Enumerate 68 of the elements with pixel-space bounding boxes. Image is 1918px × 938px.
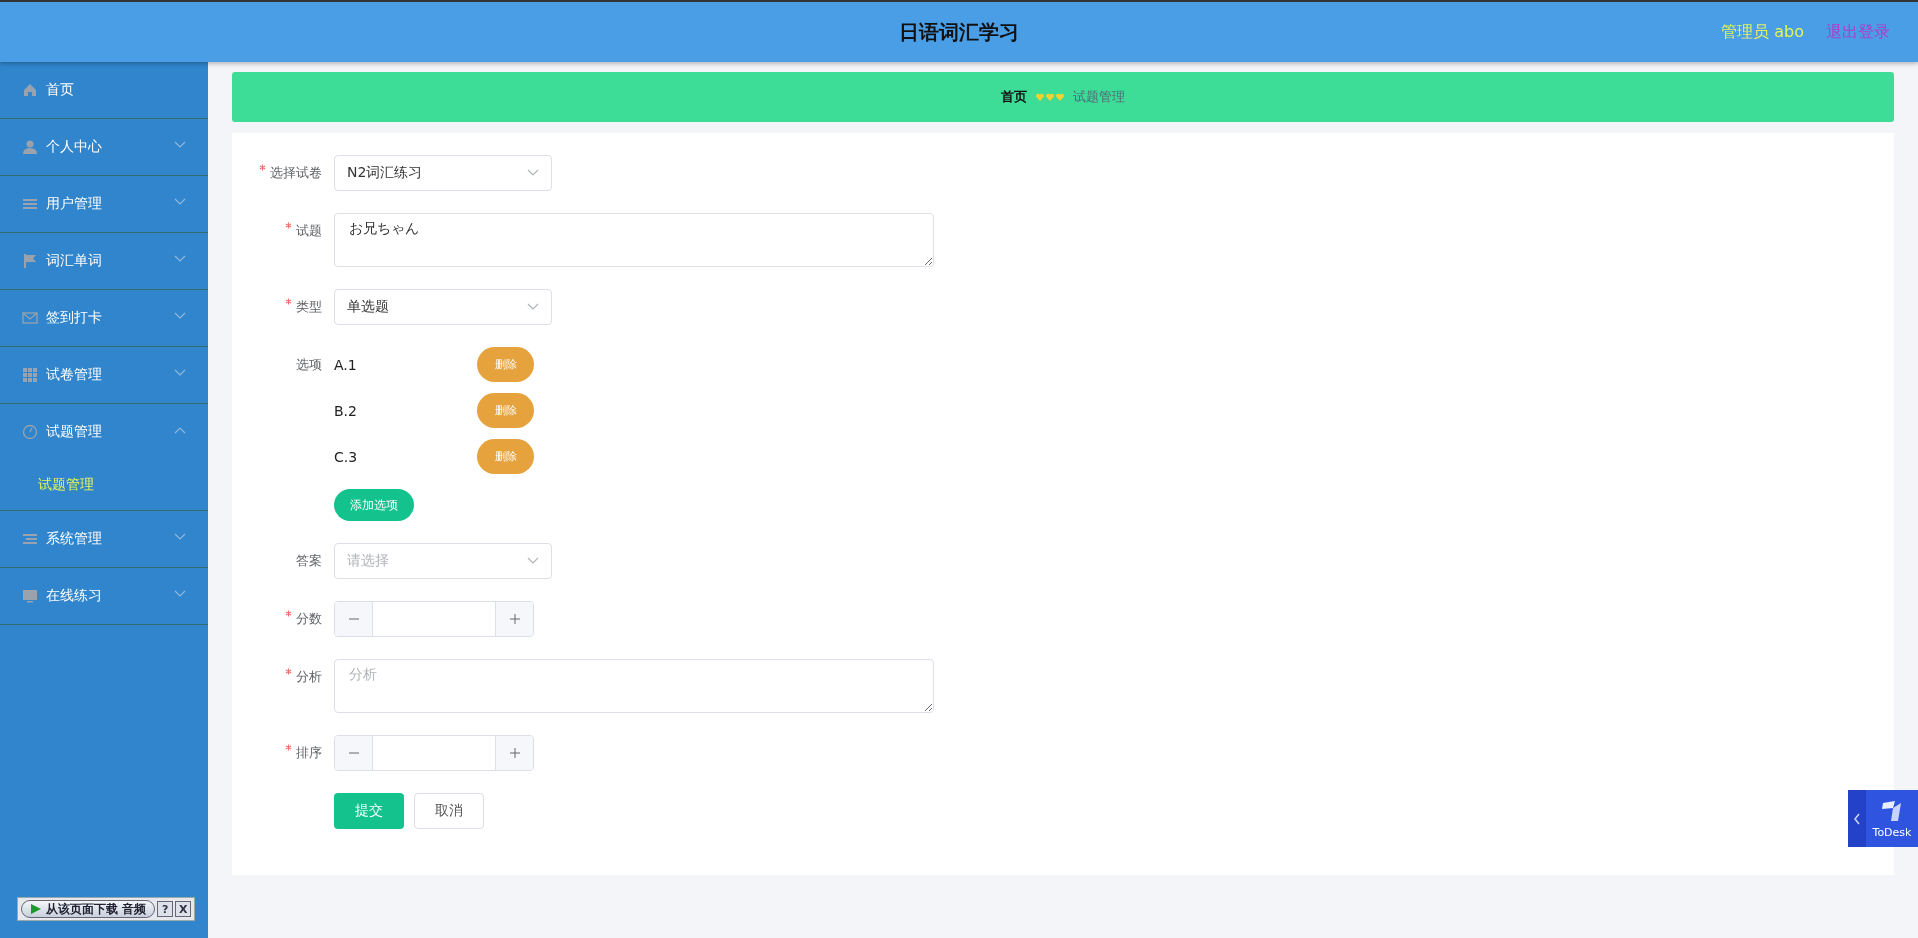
option-text: C.3 [334,448,359,465]
field-label: 答案 [296,553,322,568]
chevron-down-icon [527,169,539,177]
chevron-down-icon [174,255,186,263]
plus-icon[interactable] [508,613,521,625]
home-icon [22,82,38,98]
option-text: B.2 [334,402,358,419]
collapse-button[interactable] [1848,790,1866,847]
option-text: A.1 [334,356,358,373]
select-field[interactable]: 单选题 [334,289,552,325]
breadcrumb-item: 试题管理 [1073,88,1125,106]
cancel-button[interactable]: 取消 [414,793,484,829]
gauge-icon [22,424,38,440]
delete-button[interactable]: 删除 [477,347,534,382]
sidebar-item[interactable]: 词汇单词 [0,233,208,290]
app-title: 日语词汇学习 [899,18,1019,46]
number-input[interactable] [334,735,534,771]
delete-button[interactable]: 删除 [477,393,534,428]
sidebar-item[interactable]: 个人中心 [0,119,208,176]
chevron-down-icon [527,557,539,565]
grid-icon [22,367,38,383]
submenu-item[interactable]: 试题管理 [0,460,208,510]
close-button[interactable]: X [175,901,192,917]
field-label: 分数 [285,611,322,626]
text-area[interactable]: 分析 [334,659,934,713]
field-label: 类型 [285,299,322,314]
help-button[interactable]: ? [157,901,174,917]
sidebar-item[interactable]: 系统管理 [0,511,208,568]
field-label: 排序 [285,745,322,760]
chevron-down-icon [174,141,186,149]
select-field[interactable]: N2词汇练习 [334,155,552,191]
chevron-down-icon [174,312,186,320]
number-input[interactable] [334,601,534,637]
plus-icon[interactable] [508,747,521,759]
list-icon [22,196,38,212]
text-area[interactable]: お兄ちゃん [334,213,934,267]
download-button[interactable]: 从该页面下载 音频 [21,900,156,918]
sidebar-item[interactable]: 试题管理 [0,404,208,460]
chevron-down-icon [174,533,186,541]
play-icon [30,903,42,915]
user-icon [22,139,38,155]
add-option-button[interactable]: 添加选项 [334,489,414,521]
delete-button[interactable]: 删除 [477,439,534,474]
sidebar-item[interactable]: 首页 [0,62,208,119]
mail-icon [22,310,38,326]
submit-button[interactable]: 提交 [334,793,404,829]
chevron-down-icon [174,369,186,377]
flag-icon [22,253,38,269]
user-name: 管理员 abo [1721,21,1804,43]
chevron-down-icon [527,303,539,311]
field-label: 试题 [285,223,322,238]
chevron-left-icon [1853,811,1861,826]
sidebar-item[interactable]: 签到打卡 [0,290,208,347]
remote-desktop-button[interactable]: ToDesk [1866,790,1918,847]
sidebar-item[interactable]: 用户管理 [0,176,208,233]
chevron-down-icon [174,590,186,598]
monitor-icon [22,588,38,604]
sidebar-item[interactable]: 试卷管理 [0,347,208,404]
hearts-icon [1035,92,1065,102]
chevron-down-icon [174,198,186,206]
field-label: 分析 [285,669,322,684]
list-icon [22,531,38,547]
breadcrumb-item[interactable]: 首页 [1001,88,1027,106]
chevron-up-icon [174,426,186,434]
field-label: 选择试卷 [259,165,322,180]
field-label: 选项 [296,357,322,372]
sidebar-item[interactable]: 在线练习 [0,568,208,625]
select-field[interactable]: 请选择 [334,543,552,579]
